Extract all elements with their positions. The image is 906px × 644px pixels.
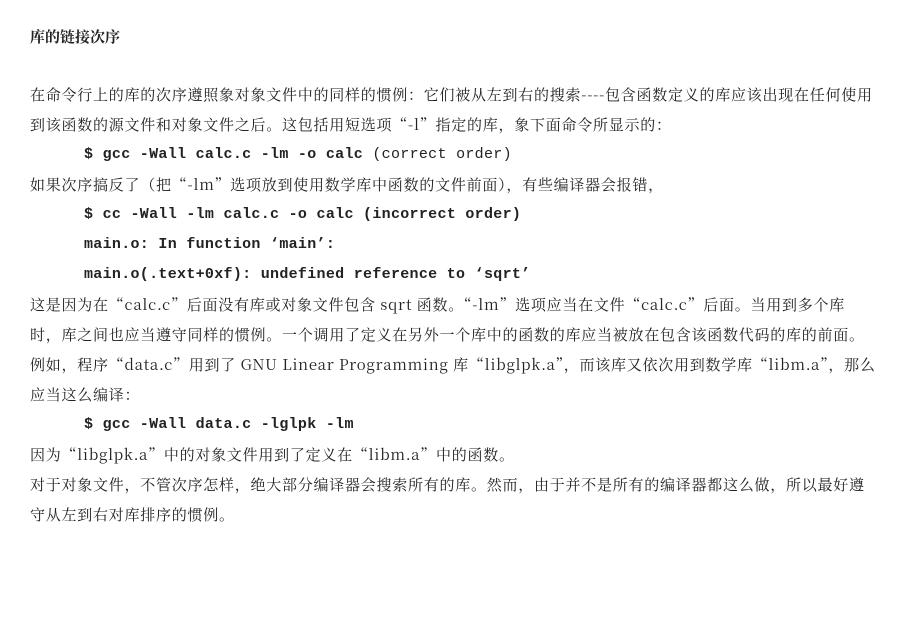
code-correct-order: $ gcc -Wall calc.c -lm -o calc (correct … xyxy=(30,140,876,170)
paragraph-intro: 在命令行上的库的次序遵照象对象文件中的同样的惯例：它们被从左到右的搜索----包… xyxy=(30,80,876,140)
paragraph-reason: 因为“libglpk.a”中的对象文件用到了定义在“libm.a”中的函数。 xyxy=(30,440,876,470)
code-comment: (correct order) xyxy=(372,146,512,163)
code-text: $ gcc -Wall calc.c -lm -o calc xyxy=(84,146,372,163)
paragraph-example: 例如，程序“data.c”用到了 GNU Linear Programming … xyxy=(30,350,876,410)
paragraph-explain: 这是因为在“calc.c”后面没有库或对象文件包含 sqrt 函数。“-lm”选… xyxy=(30,290,876,350)
code-error-line2: main.o(.text+0xf): undefined reference t… xyxy=(30,260,876,290)
code-glpk: $ gcc -Wall data.c -lglpk -lm xyxy=(30,410,876,440)
paragraph-summary: 对于对象文件，不管次序怎样，绝大部分编译器会搜索所有的库。然而，由于并不是所有的… xyxy=(30,470,876,530)
code-error-line1: main.o: In function ‘main’: xyxy=(30,230,876,260)
code-incorrect-order: $ cc -Wall -lm calc.c -o calc (incorrect… xyxy=(30,200,876,230)
paragraph-wrong-order: 如果次序搞反了（把“-lm”选项放到使用数学库中函数的文件前面），有些编译器会报… xyxy=(30,170,876,200)
section-title: 库的链接次序 xyxy=(30,22,876,52)
